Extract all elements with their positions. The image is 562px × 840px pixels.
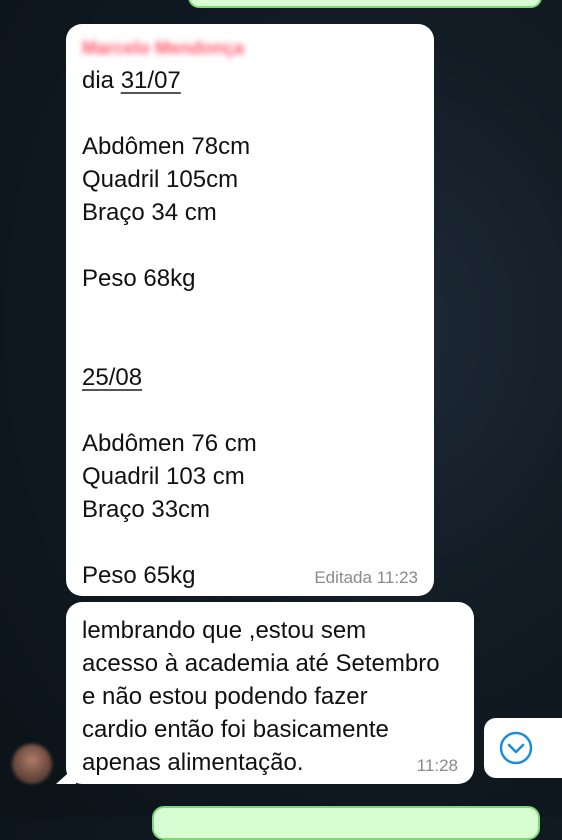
date-label: dia	[82, 67, 121, 94]
message-line: dia 31/07	[82, 64, 418, 97]
outgoing-message-bubble-partial[interactable]	[152, 806, 540, 840]
sender-name: Marcelo Mendonça	[82, 38, 245, 58]
outgoing-message-bubble-partial[interactable]	[188, 0, 542, 8]
message-line: Peso 68kg	[82, 265, 196, 292]
incoming-message-bubble[interactable]: Marcelo Mendonça dia 31/07 Abdômen 78cm …	[66, 24, 434, 596]
avatar[interactable]	[12, 744, 52, 784]
message-line: e não estou podendo fazer	[82, 683, 368, 710]
message-line: 25/08	[82, 361, 418, 394]
message-time: 11:28	[416, 756, 458, 775]
chevron-down-circle-icon	[499, 731, 533, 765]
message-time: 11:23	[376, 568, 418, 587]
message-line: Braço 33cm	[82, 496, 211, 523]
message-line: lembrando que ,estou sem	[82, 617, 367, 644]
message-line: acesso à academia até Setembro	[82, 650, 440, 677]
edited-label: Editada	[314, 568, 372, 587]
message-line: Quadril 105cm	[82, 166, 239, 193]
message-line: apenas alimentação.	[82, 749, 304, 776]
message-line: Abdômen 76 cm	[82, 430, 257, 457]
scroll-down-button[interactable]	[484, 718, 562, 778]
message-line: cardio então foi basicamente	[82, 716, 389, 743]
incoming-message-bubble[interactable]: lembrando que ,estou sem acesso à academ…	[66, 602, 474, 784]
message-line: Abdômen 78cm	[82, 133, 251, 160]
date-link[interactable]: 31/07	[121, 67, 181, 94]
date-link[interactable]: 25/08	[82, 364, 142, 391]
message-line: Quadril 103 cm	[82, 463, 245, 490]
message-meta: Editada 11:23	[314, 568, 418, 588]
message-line: Braço 34 cm	[82, 199, 217, 226]
